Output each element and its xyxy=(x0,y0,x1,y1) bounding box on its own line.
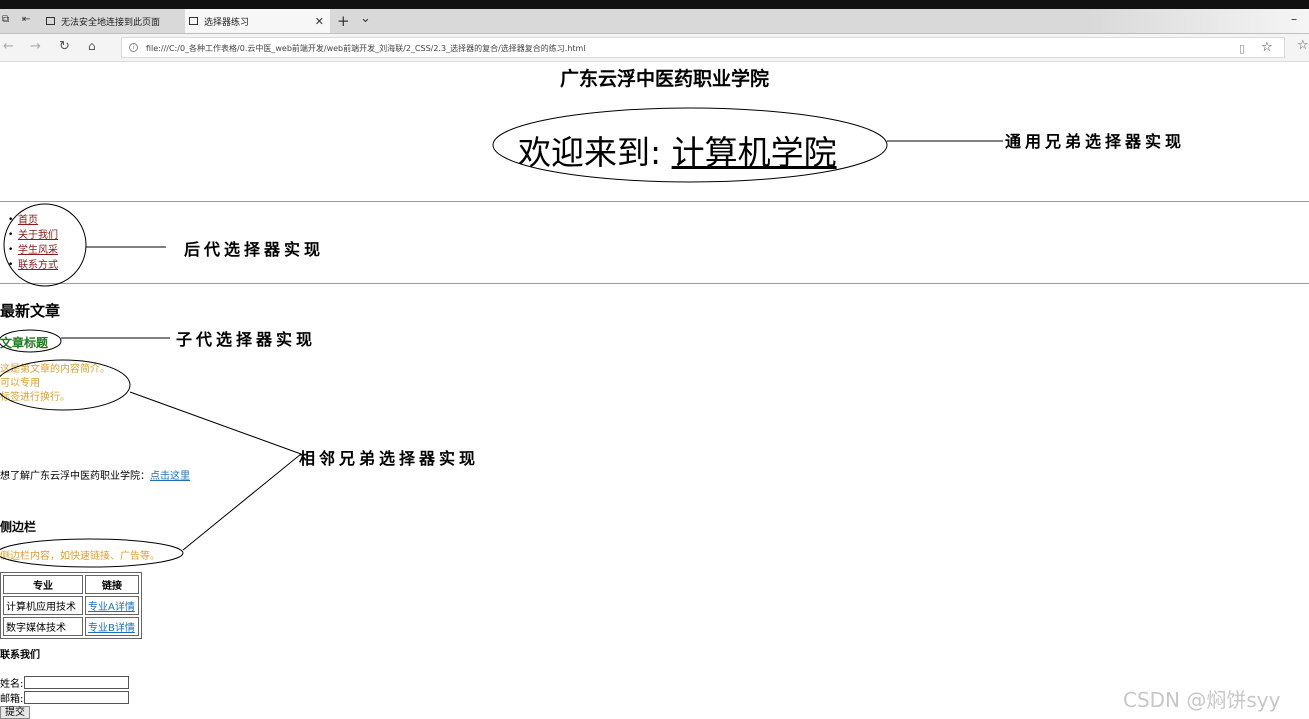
sidebar-text-ellipse xyxy=(0,538,184,568)
nav-ellipse xyxy=(3,203,87,287)
welcome-ellipse xyxy=(492,107,888,183)
adjacent-pointer-upper xyxy=(129,391,302,455)
watermark: CSDN @焖饼syy xyxy=(1123,688,1281,712)
article-summary-ellipse xyxy=(0,359,131,411)
annotation-overlay xyxy=(0,107,1003,568)
adjacent-pointer-lower xyxy=(182,453,302,551)
article-title-ellipse xyxy=(0,329,62,353)
